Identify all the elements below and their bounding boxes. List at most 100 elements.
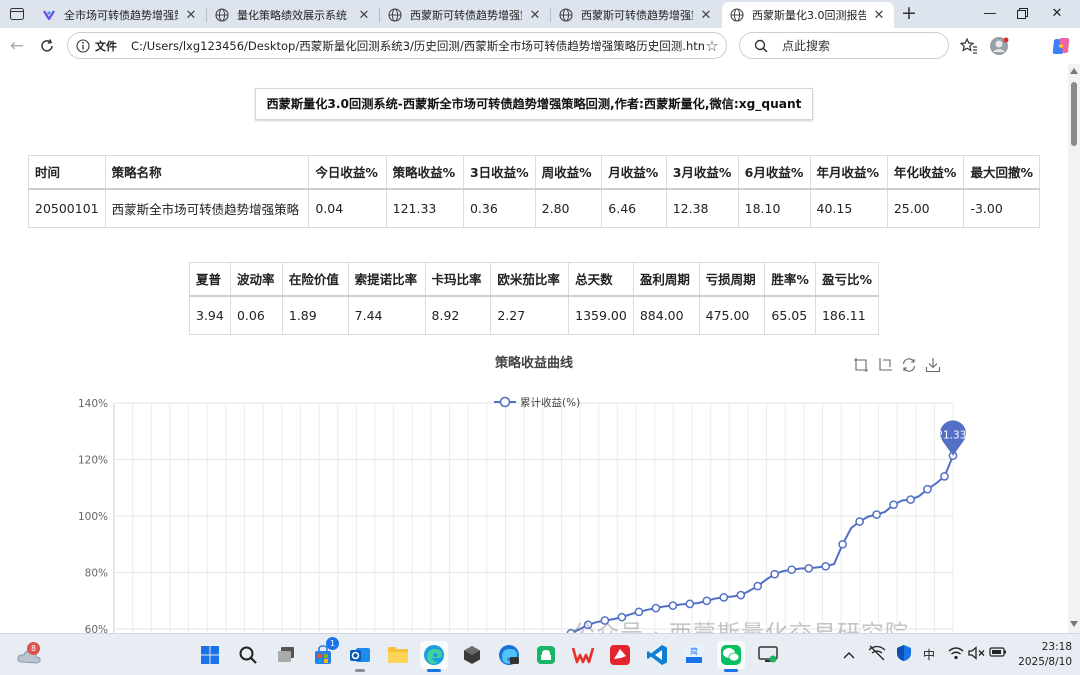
search-box[interactable]: 点此搜索 — [739, 32, 949, 59]
network-off-icon[interactable] — [868, 645, 886, 664]
store-badge: 1 — [326, 637, 339, 650]
profile-avatar-icon[interactable] — [989, 36, 1009, 56]
data-point — [872, 510, 881, 519]
data-point — [855, 517, 864, 526]
windows-start-icon[interactable] — [196, 641, 224, 669]
tab-2[interactable]: 西蒙斯可转债趋势增强策略 ✕ — [380, 2, 550, 28]
chart-legend[interactable]: 累计收益(%) — [494, 396, 580, 409]
y-tick-label: 60% — [85, 624, 108, 633]
show-hidden-icons-icon[interactable] — [843, 648, 855, 662]
back-button[interactable]: ← — [5, 35, 29, 57]
y-tick-label: 120% — [78, 455, 108, 467]
wifi-icon[interactable] — [948, 646, 964, 663]
notification-badge: 8 — [27, 642, 40, 655]
mark-point-label: 121.33% — [930, 430, 977, 442]
info-icon[interactable] — [76, 38, 90, 53]
search-placeholder: 点此搜索 — [782, 39, 831, 53]
wechat-icon[interactable] — [717, 641, 745, 672]
tab-title: 全市场可转债趋势增强策略 — [64, 9, 178, 22]
data-point — [923, 484, 932, 494]
globe-icon — [730, 8, 744, 22]
folder-icon[interactable] — [384, 641, 412, 669]
edge-icon[interactable] — [420, 641, 448, 672]
wps-icon[interactable] — [569, 641, 597, 669]
close-icon[interactable]: ✕ — [528, 8, 542, 23]
search-icon[interactable] — [234, 641, 262, 669]
data-point — [651, 603, 661, 613]
refresh-button[interactable] — [35, 35, 59, 57]
data-point — [787, 565, 797, 575]
data-point — [804, 563, 814, 573]
close-icon[interactable]: ✕ — [357, 8, 371, 23]
data-point — [702, 596, 712, 606]
globe-icon — [215, 8, 229, 22]
scroll-up-arrow-icon[interactable] — [1070, 68, 1078, 74]
battery-icon[interactable] — [989, 646, 1007, 661]
new-tab-button[interactable]: + — [898, 4, 920, 24]
close-icon[interactable]: ✕ — [699, 8, 713, 23]
scroll-down-arrow-icon[interactable] — [1070, 621, 1078, 627]
copilot-icon[interactable] — [1051, 36, 1071, 56]
url-text[interactable]: C:/Users/lxg123456/Desktop/西蒙斯量化回测系统3/历史… — [131, 38, 704, 54]
tab-title: 西蒙斯可转债趋势增强策略 — [410, 9, 522, 22]
clock-date: 2025/8/10 — [1018, 656, 1072, 668]
red-app-icon[interactable] — [606, 641, 634, 669]
outlook-icon[interactable] — [346, 641, 374, 672]
address-bar[interactable]: 文件 C:/Users/lxg123456/Desktop/西蒙斯量化回测系统3… — [67, 32, 727, 59]
data-point — [685, 599, 695, 609]
svg-text:简: 简 — [690, 646, 698, 656]
terminal-icon[interactable] — [458, 641, 486, 669]
data-point — [770, 569, 780, 579]
close-icon[interactable]: ✕ — [184, 8, 198, 23]
favorites-icon[interactable] — [959, 36, 979, 56]
microsoft-store-icon[interactable]: 1 — [309, 637, 339, 669]
tab-strip: 全市场可转债趋势增强策略 ✕ 量化策略绩效展示系统 ✕ 西蒙斯可转债趋势增强策略… — [0, 0, 1080, 28]
vertical-scrollbar[interactable] — [1068, 64, 1080, 633]
data-point — [906, 495, 915, 504]
taskbar-clock[interactable]: 23:18 2025/8/10 — [1012, 640, 1072, 670]
data-point — [889, 500, 898, 510]
green-app-icon[interactable] — [532, 641, 560, 669]
watermark-text: 公众号 · 西蒙斯量化交易研究院 — [572, 614, 909, 633]
security-shield-icon[interactable] — [896, 644, 912, 665]
speaker-muted-icon[interactable] — [968, 646, 986, 663]
tab-title: 西蒙斯量化3.0回测报告 — [752, 9, 866, 22]
data-point — [668, 601, 678, 610]
maximize-button[interactable] — [1007, 4, 1037, 24]
vscode-icon[interactable] — [643, 641, 671, 669]
data-point — [719, 593, 729, 602]
tab-1[interactable]: 量化策略绩效展示系统 ✕ — [207, 2, 379, 28]
globe-icon — [388, 8, 402, 22]
legend-label: 累计收益(%) — [520, 396, 580, 409]
y-tick-label: 140% — [78, 398, 108, 410]
windows-taskbar: 8 1 简 中 23:18 2025/8/10 — [0, 633, 1080, 675]
search-icon — [754, 39, 768, 53]
minimize-button[interactable]: — — [975, 4, 1005, 24]
edge-dev-icon[interactable] — [495, 641, 523, 669]
input-method-icon[interactable]: 简 — [680, 641, 708, 669]
favorite-star-icon[interactable]: ☆ — [704, 37, 720, 55]
close-window-button[interactable]: ✕ — [1042, 4, 1072, 24]
series-path — [568, 455, 954, 633]
equity-curve-chart: 140% 120% 100% 80% 60% 累计收益(%) 121.33% — [78, 396, 977, 633]
max-mark-point[interactable]: 121.33% — [930, 420, 977, 456]
tab-actions-icon[interactable] — [6, 5, 28, 23]
chart-grid — [114, 402, 953, 630]
page-content: 西蒙斯量化3.0回测系统-西蒙斯全市场可转债趋势增强策略回测,作者:西蒙斯量化,… — [0, 64, 1068, 633]
tab-0[interactable]: 全市场可转债趋势增强策略 ✕ — [34, 2, 206, 28]
series-line — [566, 451, 958, 633]
tab-title: 量化策略绩效展示系统 — [237, 9, 347, 22]
browser-toolbar: ← 文件 C:/Users/lxg123456/Desktop/西蒙斯量化回测系… — [0, 28, 1080, 64]
remote-desktop-icon[interactable] — [754, 641, 782, 669]
scheme-label: 文件 — [95, 39, 117, 53]
ime-indicator[interactable]: 中 — [923, 646, 935, 663]
task-view-icon[interactable] — [272, 641, 300, 669]
y-axis-labels: 140% 120% 100% 80% 60% — [78, 398, 108, 633]
scroll-thumb[interactable] — [1071, 82, 1077, 146]
close-icon[interactable]: ✕ — [872, 8, 886, 23]
tab-3[interactable]: 西蒙斯可转债趋势增强策略 ✕ — [551, 2, 721, 28]
tab-title: 西蒙斯可转债趋势增强策略 — [581, 9, 693, 22]
clock-time: 23:18 — [1041, 641, 1072, 653]
data-point — [736, 590, 746, 600]
tab-4-active[interactable]: 西蒙斯量化3.0回测报告 ✕ — [722, 2, 894, 28]
